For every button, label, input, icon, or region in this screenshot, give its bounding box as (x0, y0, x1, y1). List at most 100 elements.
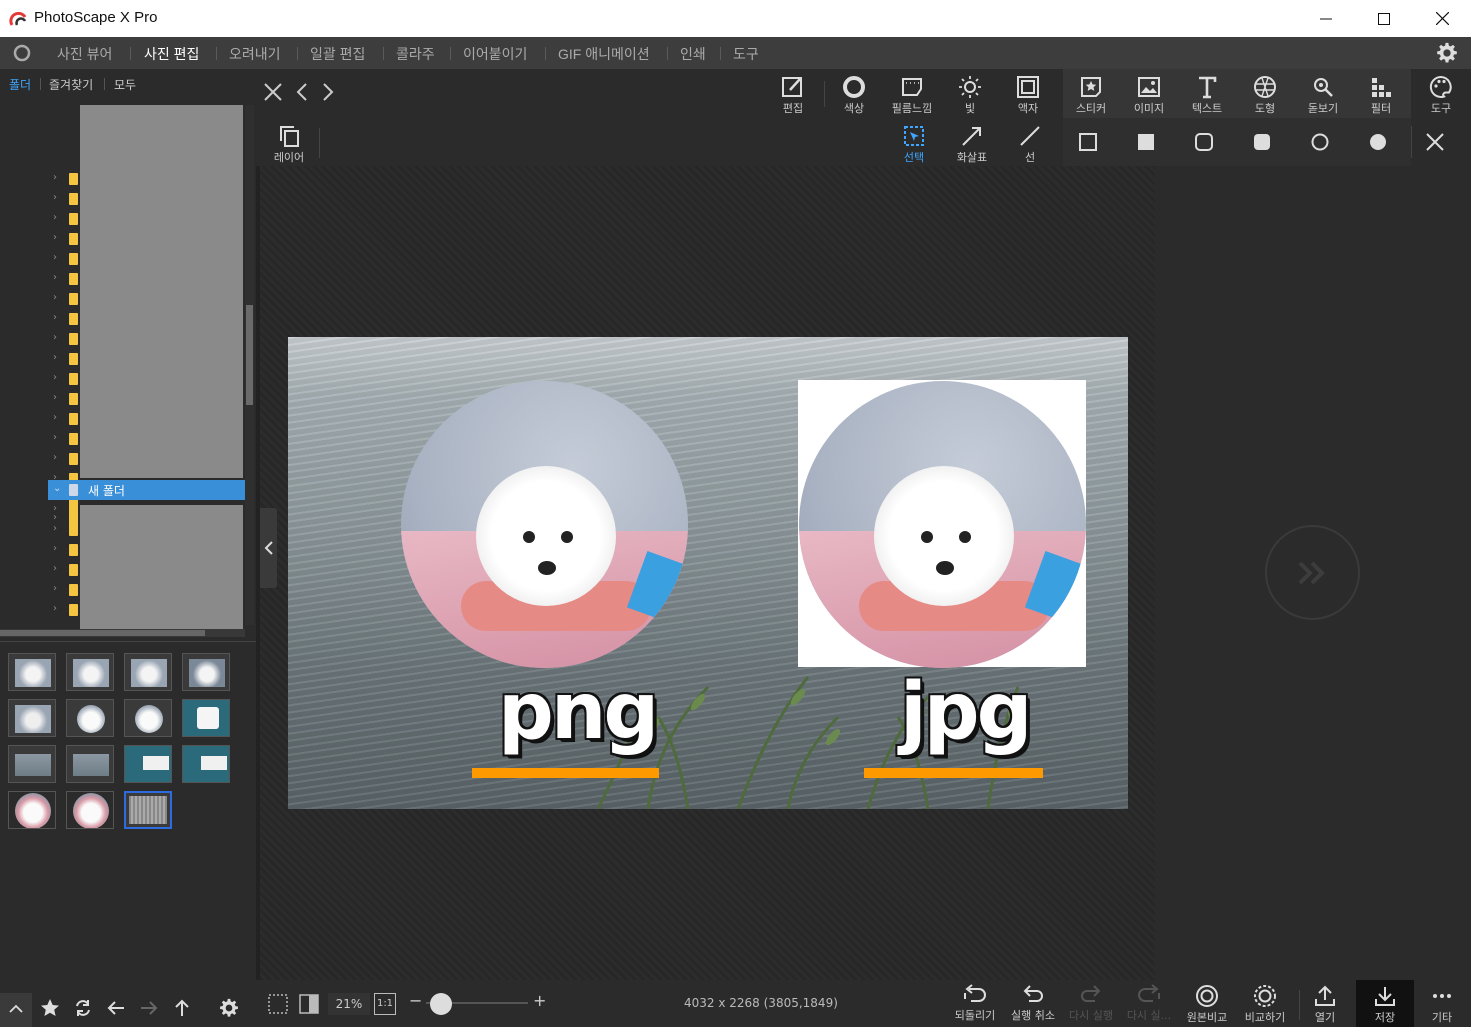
zoom-level[interactable]: 21% (328, 993, 370, 1015)
open-button[interactable]: 열기 (1296, 980, 1354, 1027)
rounded-rectangle-outline-icon[interactable] (1195, 133, 1213, 151)
tool-sticker[interactable]: 스티커 (1062, 71, 1120, 117)
settings-gear-icon[interactable] (1436, 42, 1458, 64)
up-folder-button[interactable] (167, 993, 197, 1023)
tree-folder-row[interactable]: › (48, 409, 245, 429)
thumbnail-selected[interactable] (124, 791, 172, 829)
photo[interactable]: png jpg (288, 337, 1128, 809)
revert-button[interactable]: 되돌리기 (946, 980, 1004, 1027)
thumbnail[interactable] (66, 699, 114, 737)
tab-favorites[interactable]: 즐겨찾기 (49, 76, 93, 93)
menu-combine[interactable]: 이어붙이기 (463, 44, 527, 64)
thumbnail[interactable] (66, 745, 114, 783)
draw-tool-line[interactable]: 선 (1001, 120, 1059, 166)
marquee-icon[interactable] (268, 994, 288, 1014)
tree-scrollbar[interactable] (246, 305, 253, 405)
folder-settings-button[interactable] (214, 993, 244, 1023)
save-button[interactable]: 저장 (1356, 980, 1414, 1027)
thumbnail[interactable] (124, 745, 172, 783)
thumbnail[interactable] (66, 653, 114, 691)
back-button[interactable] (101, 993, 131, 1023)
tree-folder-row[interactable]: › (48, 449, 245, 469)
compare-button[interactable]: 비교하기 (1236, 980, 1294, 1027)
close-window-button[interactable] (1413, 0, 1471, 37)
next-photo-icon[interactable] (322, 83, 334, 101)
tree-folder-row[interactable]: › (48, 189, 245, 209)
tab-folders[interactable]: 폴더 (9, 76, 31, 93)
tree-folder-row[interactable]: › (48, 600, 245, 620)
tree-folder-row[interactable]: › (48, 209, 245, 229)
tool-text[interactable]: 텍스트 (1178, 71, 1236, 117)
thumbnail[interactable] (182, 653, 230, 691)
tool-color[interactable]: 색상 (825, 71, 883, 117)
collapse-thumbnails-button[interactable] (0, 993, 32, 1027)
tree-hscroll[interactable] (0, 629, 245, 637)
tool-light[interactable]: 빛 (941, 71, 999, 117)
menu-collage[interactable]: 콜라주 (396, 44, 435, 64)
redo-button[interactable]: 다시 실행 (1062, 980, 1120, 1027)
redo-all-button[interactable]: 다시 실... (1120, 980, 1178, 1027)
previous-photo-icon[interactable] (296, 83, 308, 101)
thumbnail[interactable] (8, 699, 56, 737)
tree-folder-row[interactable]: › (48, 249, 245, 269)
circle-filled-icon[interactable] (1369, 133, 1387, 151)
tree-folder-row[interactable]: › (48, 349, 245, 369)
tree-folder-row[interactable]: › (48, 520, 245, 540)
thumbnail[interactable] (124, 699, 172, 737)
close-subtoolbar-icon[interactable] (1426, 133, 1444, 151)
tool-tools[interactable]: 도구 (1412, 71, 1470, 117)
forward-button[interactable] (134, 993, 164, 1023)
tree-folder-row[interactable]: › (48, 389, 245, 409)
tool-shape[interactable]: 도형 (1236, 71, 1294, 117)
zoom-slider-thumb[interactable] (430, 993, 452, 1015)
thumbnail[interactable] (8, 791, 56, 829)
tool-film[interactable]: 필름느낌 (883, 71, 941, 117)
undo-button[interactable]: 실행 취소 (1004, 980, 1062, 1027)
tree-folder-row[interactable]: › (48, 540, 245, 560)
tree-folder-row[interactable]: › (48, 329, 245, 349)
tree-folder-row[interactable]: › (48, 580, 245, 600)
rectangle-filled-icon[interactable] (1137, 133, 1155, 151)
tree-folder-row[interactable]: › (48, 560, 245, 580)
tree-folder-row[interactable]: › (48, 229, 245, 249)
tree-folder-row[interactable]: › (48, 269, 245, 289)
thumbnail[interactable] (8, 653, 56, 691)
rounded-rectangle-filled-icon[interactable] (1253, 133, 1271, 151)
tree-folder-row[interactable]: › (48, 169, 245, 189)
tree-folder-selected[interactable]: ⌄ 새 폴더 (48, 480, 245, 500)
menu-batch-edit[interactable]: 일괄 편집 (310, 44, 365, 64)
menu-gif-animation[interactable]: GIF 애니메이션 (558, 44, 650, 64)
tab-all[interactable]: 모두 (114, 76, 136, 93)
thumbnail[interactable] (182, 745, 230, 783)
actual-size-button[interactable]: 1:1 (374, 993, 396, 1015)
canvas-area[interactable]: png jpg (260, 166, 1155, 980)
menu-cut-out[interactable]: 오려내기 (229, 44, 281, 64)
tree-folder-row[interactable]: › (48, 369, 245, 389)
menu-print[interactable]: 인쇄 (680, 44, 706, 64)
compare-original-button[interactable]: 원본비교 (1178, 980, 1236, 1027)
circle-outline-icon[interactable] (1311, 133, 1329, 151)
collapse-panel-button[interactable] (260, 508, 277, 588)
refresh-button[interactable] (68, 993, 98, 1023)
draw-tool-arrow[interactable]: 화살표 (943, 120, 1001, 166)
thumbnail[interactable] (8, 745, 56, 783)
draw-tool-select[interactable]: 선택 (885, 120, 943, 166)
tree-folder-row[interactable]: › (48, 429, 245, 449)
favorite-button[interactable] (35, 993, 65, 1023)
more-button[interactable]: 기타 (1413, 980, 1471, 1027)
zoom-in-button[interactable]: + (533, 991, 546, 1010)
thumbnail[interactable] (182, 699, 230, 737)
tree-folder-row[interactable]: › (48, 289, 245, 309)
zoom-out-button[interactable]: − (409, 991, 422, 1010)
menu-photo-viewer[interactable]: 사진 뷰어 (57, 44, 112, 64)
rectangle-outline-icon[interactable] (1079, 133, 1097, 151)
thumbnail[interactable] (66, 791, 114, 829)
tree-folder-row[interactable]: › (48, 309, 245, 329)
minimize-button[interactable] (1297, 0, 1355, 37)
menu-photo-edit[interactable]: 사진 편집 (144, 44, 199, 64)
thumbnail[interactable] (124, 653, 172, 691)
tool-frame[interactable]: 액자 (999, 71, 1057, 117)
maximize-button[interactable] (1355, 0, 1413, 37)
tool-filter[interactable]: 필터 (1352, 71, 1410, 117)
menu-tools[interactable]: 도구 (733, 44, 759, 64)
